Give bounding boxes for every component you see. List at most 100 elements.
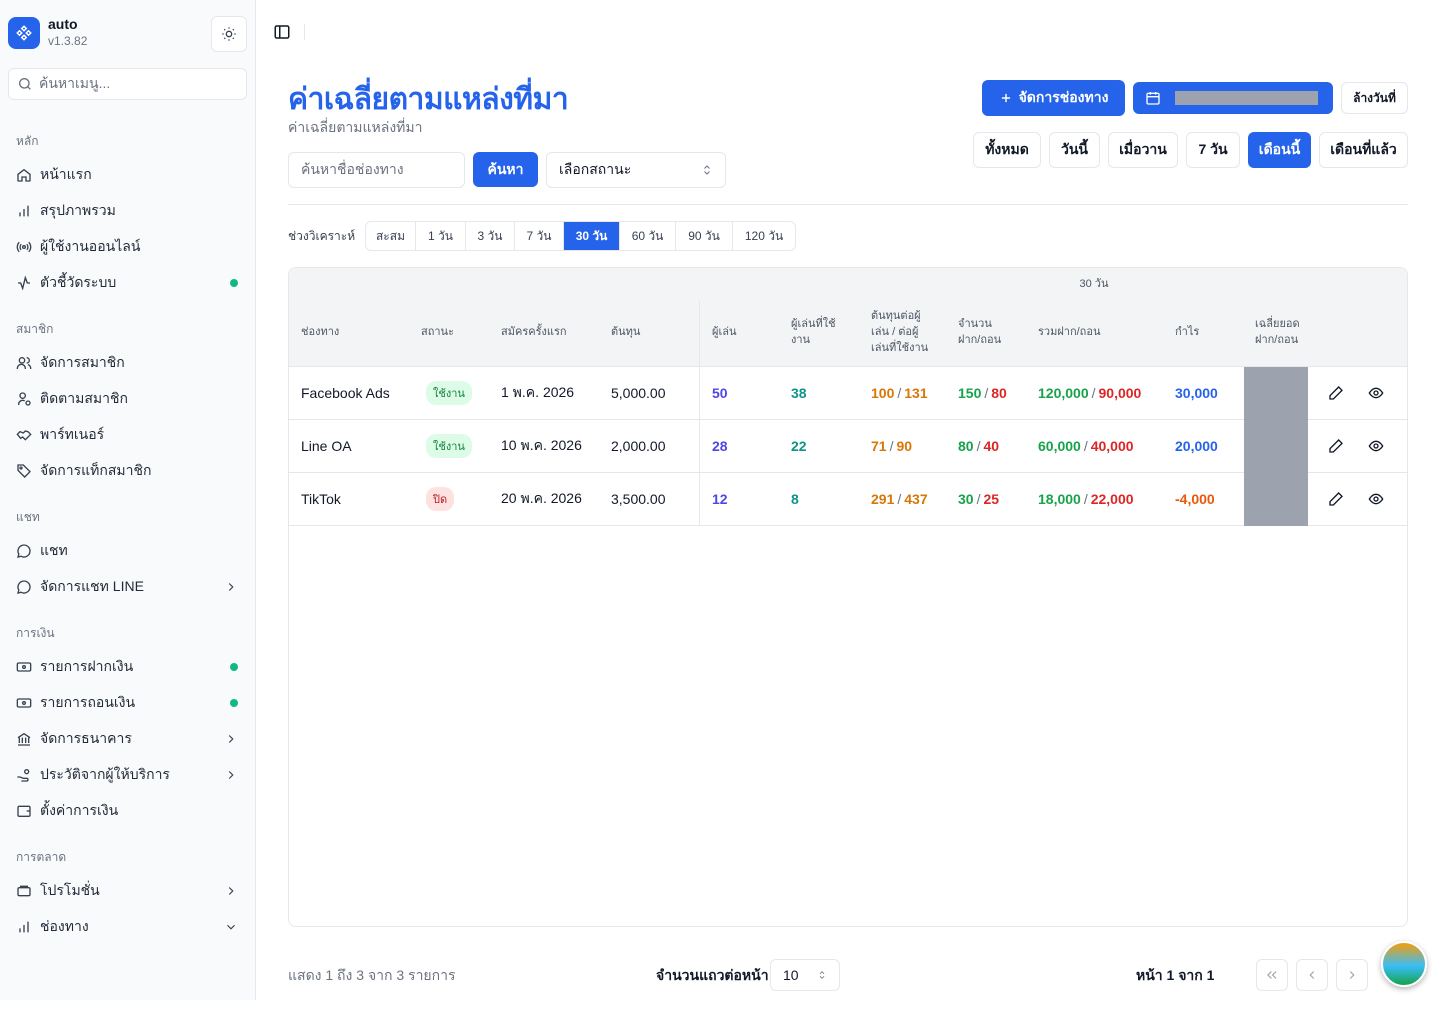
brand[interactable]: auto v1.3.82 — [8, 16, 87, 49]
sidebar-item-finance-settings[interactable]: ตั้งค่าการเงิน — [8, 795, 248, 827]
broadcast-icon — [16, 241, 32, 253]
range-tab[interactable]: 7 วัน — [515, 222, 564, 250]
theme-toggle-button[interactable] — [211, 16, 247, 52]
analysis-range-tabs: สะสม 1 วัน 3 วัน 7 วัน 30 วัน 60 วัน 90 วัน 120… — [365, 221, 796, 251]
sidebar-item-banks[interactable]: จัดการธนาคาร — [8, 723, 248, 755]
sidebar-item-label: ช่องทาง — [40, 918, 89, 934]
sidebar-item-withdrawals[interactable]: รายการถอนเงิน — [8, 687, 248, 719]
manage-channels-button[interactable]: จัดการช่องทาง — [982, 80, 1125, 116]
edit-button[interactable] — [1328, 367, 1344, 419]
sidebar-item-label: แชท — [40, 542, 68, 558]
sidebar-item-track-members[interactable]: ติดตามสมาชิก — [8, 383, 248, 415]
edit-button[interactable] — [1328, 473, 1344, 525]
cell-total: 60,000/40,000 — [1038, 438, 1134, 454]
sidebar-item-overview[interactable]: สรุปภาพรวม — [8, 195, 248, 227]
eye-icon — [1368, 493, 1384, 505]
sidebar-item-partners[interactable]: พาร์ทเนอร์ — [8, 419, 248, 451]
view-button[interactable] — [1368, 367, 1384, 419]
sidebar-item-channels[interactable]: ช่องทาง — [8, 911, 248, 943]
sidebar-item-manage-members[interactable]: จัดการสมาชิก — [8, 347, 248, 379]
cell-status: ใช้งาน — [426, 420, 472, 472]
cell-first-signup: 20 พ.ค. 2026 — [501, 490, 582, 506]
cell-profit: 20,000 — [1175, 438, 1218, 454]
cell-cost-per-player: 100/131 — [871, 385, 928, 401]
cell-profit: -4,000 — [1175, 491, 1215, 507]
search-button[interactable]: ค้นหา — [473, 152, 538, 187]
sidebar-item-deposits[interactable]: รายการฝากเงิน — [8, 651, 248, 683]
edit-button[interactable] — [1328, 420, 1344, 472]
col-count-line2: ฝาก/ถอน — [958, 334, 1002, 346]
group-header-30d: 30 วัน — [1079, 278, 1109, 290]
sidebar-item-member-tags[interactable]: จัดการแท็กสมาชิก — [8, 455, 248, 487]
rows-per-page-label: จำนวนแถวต่อหน้า — [656, 967, 769, 983]
app-logo-icon — [8, 16, 40, 49]
quick-date-button[interactable]: ทั้งหมด — [973, 132, 1041, 168]
sidebar-item-chat[interactable]: แชท — [8, 535, 248, 567]
pencil-icon — [1329, 386, 1343, 400]
rows-per-page-select[interactable]: 10 — [770, 959, 840, 991]
cell-active-players: 38 — [791, 385, 807, 401]
section-divider — [288, 204, 1408, 205]
status-dot — [230, 663, 238, 671]
quick-date-button[interactable]: เดือนที่แล้ว — [1319, 132, 1408, 168]
sidebar-item-label: รายการถอนเงิน — [40, 694, 136, 710]
sidebar-item-online-users[interactable]: ผู้ใช้งานออนไลน์ — [8, 231, 248, 263]
cell-active-players: 8 — [791, 491, 799, 507]
sidebar-toggle-button[interactable] — [273, 23, 291, 44]
page-info: หน้า 1 จาก 1 — [1136, 967, 1215, 983]
cell-cost: 3,500.00 — [611, 491, 666, 507]
first-page-button[interactable] — [1256, 959, 1288, 991]
range-tab[interactable]: 90 วัน — [676, 222, 733, 250]
cell-channel: Line OA — [301, 438, 352, 454]
range-tab[interactable]: 1 วัน — [416, 222, 466, 250]
range-tab[interactable]: 30 วัน — [564, 222, 620, 250]
sidebar-item-label: ตั้งค่าการเงิน — [40, 802, 119, 818]
quick-date-button[interactable]: วันนี้ — [1049, 132, 1100, 168]
sun-icon — [222, 27, 236, 41]
chevron-left-icon — [1309, 971, 1315, 979]
status-select[interactable]: เลือกสถานะ — [546, 152, 726, 188]
quick-date-button[interactable]: เดือนนี้ — [1248, 132, 1311, 168]
view-button[interactable] — [1368, 473, 1384, 525]
sidebar-item-system-metrics[interactable]: ตัวชี้วัดระบบ — [8, 267, 248, 299]
sidebar-item-provider-history[interactable]: ประวัติจากผู้ให้บริการ — [8, 759, 248, 791]
banknote-icon — [16, 662, 32, 672]
col-active-players: ผู้เล่นที่ใช้ งาน — [791, 316, 836, 348]
sidebar-item-promotions[interactable]: โปรโมชั่น — [8, 875, 248, 907]
status-dot — [230, 699, 238, 707]
cell-cost: 2,000.00 — [611, 438, 666, 454]
sidebar-item-label: จัดการธนาคาร — [40, 730, 132, 746]
floating-avatar-button[interactable] — [1381, 941, 1427, 987]
nav-group-chat: แชท — [16, 510, 40, 524]
range-tab[interactable]: 3 วัน — [466, 222, 515, 250]
average-redacted — [1244, 473, 1308, 526]
cell-channel: TikTok — [301, 491, 341, 507]
cell-channel: Facebook Ads — [301, 385, 390, 401]
channel-search-input[interactable]: ค้นหาชื่อช่องทาง — [288, 152, 465, 188]
range-tab[interactable]: สะสม — [366, 222, 416, 250]
quick-date-button[interactable]: เมื่อวาน — [1108, 132, 1178, 168]
cell-cost: 5,000.00 — [611, 385, 666, 401]
next-page-button[interactable] — [1336, 959, 1368, 991]
table-row: Line OA ใช้งาน 10 พ.ค. 2026 2,000.00 28 22 71/… — [289, 420, 1407, 473]
range-tab[interactable]: 60 วัน — [620, 222, 676, 250]
date-range-picker[interactable] — [1133, 82, 1333, 114]
eye-icon — [1368, 440, 1384, 452]
search-icon — [19, 78, 31, 90]
sidebar-item-home[interactable]: หน้าแรก — [8, 159, 248, 191]
rows-per-page-value: 10 — [783, 967, 799, 983]
status-badge: ใช้งาน — [426, 381, 472, 405]
chat-bubble-icon — [17, 544, 31, 558]
quick-date-button[interactable]: 7 วัน — [1186, 132, 1240, 168]
page-title: ค่าเฉลี่ยตามแหล่งที่มา — [288, 83, 569, 116]
chevron-right-icon — [228, 887, 234, 895]
chevron-right-icon — [228, 583, 234, 591]
sidebar-item-line-chat[interactable]: จัดการแชท LINE — [8, 571, 248, 603]
cell-players: 50 — [712, 385, 728, 401]
view-button[interactable] — [1368, 420, 1384, 472]
range-tab[interactable]: 120 วัน — [733, 222, 795, 250]
clear-date-button[interactable]: ล้างวันที่ — [1341, 82, 1408, 114]
previous-page-button[interactable] — [1296, 959, 1328, 991]
sidebar-item-label: จัดการแชท LINE — [40, 578, 144, 594]
menu-search-input[interactable]: ค้นหาเมนู... — [8, 68, 247, 100]
